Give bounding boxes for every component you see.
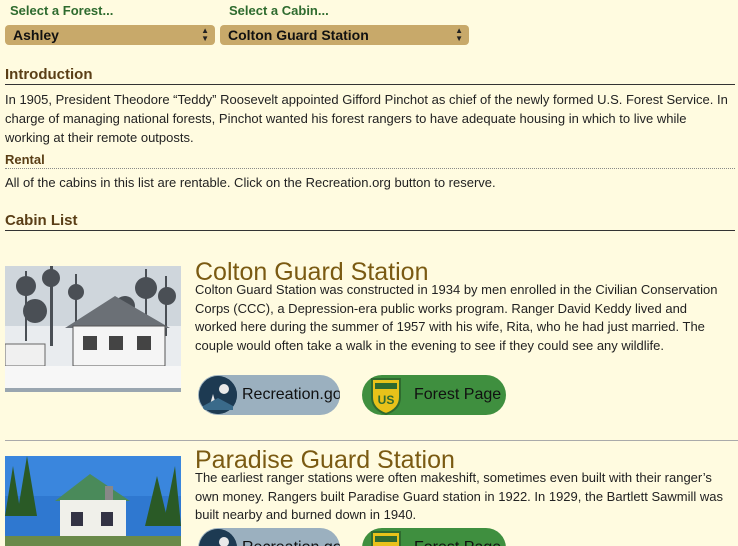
recreation-gov-button[interactable]: Recreation.gov (198, 375, 340, 415)
rental-text: All of the cabins in this list are renta… (5, 175, 496, 190)
up-down-chevron-icon: ▲ ▼ (455, 26, 463, 43)
forest-select[interactable]: Ashley ▲ ▼ (5, 25, 215, 45)
colton-guard-station-photo (5, 266, 181, 392)
cabin-select-value: Colton Guard Station (228, 27, 369, 43)
cabin-select[interactable]: Colton Guard Station ▲ ▼ (220, 25, 469, 45)
recreation-gov-label: Recreation.gov (242, 528, 340, 546)
forest-page-button[interactable]: Forest Page (362, 528, 506, 546)
introduction-text: In 1905, President Theodore “Teddy” Roos… (5, 92, 728, 145)
up-down-chevron-icon: ▲ ▼ (201, 26, 209, 43)
forest-select-label: Select a Forest... (10, 3, 114, 18)
recreation-gov-button[interactable]: Recreation.gov (198, 528, 340, 546)
svg-text:US: US (378, 393, 395, 407)
forest-page-label: Forest Page (414, 386, 502, 403)
cabin-description: The earliest ranger stations were often … (195, 470, 723, 522)
cabin-description: Colton Guard Station was constructed in … (195, 282, 718, 353)
page: Select a Forest... Ashley ▲ ▼ Select a Ca… (0, 0, 738, 546)
recreation-gov-label: Recreation.gov (242, 386, 340, 403)
us-forest-service-shield-icon (366, 528, 406, 546)
paradise-guard-station-photo (5, 456, 181, 546)
us-forest-service-shield-icon: US (366, 375, 406, 415)
cabin-divider (5, 440, 738, 441)
recreation-gov-logo-icon (199, 529, 237, 546)
cabin-list-heading: Cabin List (5, 212, 735, 231)
forest-page-label: Forest Page (414, 528, 501, 546)
forest-select-value: Ashley (13, 27, 59, 43)
cabin-select-label: Select a Cabin... (229, 3, 329, 18)
rental-heading: Rental (5, 152, 735, 169)
forest-page-button[interactable]: US Forest Page (362, 375, 506, 415)
introduction-heading: Introduction (5, 66, 735, 85)
recreation-gov-logo-icon (199, 376, 237, 414)
